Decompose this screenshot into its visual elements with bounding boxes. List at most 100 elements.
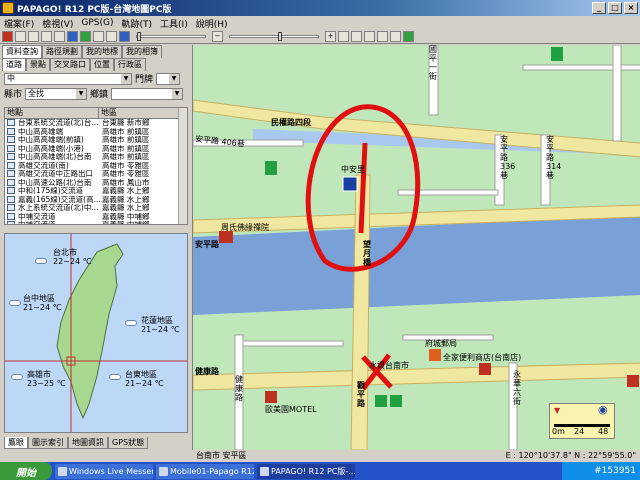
road-label-jiankang: 健康路 (195, 367, 219, 376)
layer-icon[interactable] (119, 31, 130, 42)
cell-place: 中和(175線)交流道 (18, 187, 84, 195)
menu-file[interactable]: 檔案(F) (0, 17, 38, 30)
table-row[interactable]: 中埔交流道嘉義縣 中埔鄉 (5, 212, 187, 222)
column-place[interactable]: 地點 (5, 108, 99, 118)
table-row[interactable]: 中山高高雄端(北)台南 高雄市 前鎮區 (5, 153, 187, 162)
maximize-button[interactable]: □ (608, 2, 622, 14)
track-slider[interactable] (136, 32, 206, 41)
zoom-slider[interactable] (229, 32, 319, 41)
door-label: 門牌 (135, 75, 154, 85)
print-icon[interactable] (54, 31, 65, 42)
cell-area: 高雄市 鳳山市 (102, 178, 150, 187)
road-label-guoping: 國平一街 (429, 45, 437, 81)
poi-icon[interactable] (627, 375, 639, 387)
cell-area: 高雄市 前鎮區 (102, 153, 150, 161)
minimize-button[interactable]: _ (592, 2, 606, 14)
place-temple: 周氏佛緣禪院 (221, 223, 269, 232)
poi-icon[interactable] (551, 47, 563, 61)
save-icon[interactable] (41, 31, 52, 42)
scale-b: 48 (598, 427, 609, 436)
locate-icon[interactable] (390, 31, 401, 42)
zoom-out-icon[interactable]: − (212, 31, 223, 42)
keyword-combo[interactable]: 中 (4, 72, 132, 85)
temple-icon[interactable] (219, 231, 233, 243)
tab-my-album[interactable]: 我的相簿 (122, 45, 162, 58)
table-row[interactable]: 中和(175線)交流道 嘉義縣 水上鄉 (5, 187, 187, 196)
tab-map-info[interactable]: 地圖資訊 (68, 437, 108, 449)
table-row[interactable]: 中埔交流道嘉義縣 中埔鄉 (5, 221, 187, 224)
interchange-icon (7, 195, 15, 203)
cell-place: 中山高速公路(北)台南 (18, 178, 92, 187)
poi-icon[interactable] (390, 395, 402, 407)
weather-taichung-temp: 21~24 ℃ (23, 303, 62, 312)
table-row[interactable]: 高雄交流道中正路出口 高雄市 苓雅區 (5, 170, 187, 179)
mart-icon[interactable] (479, 363, 491, 375)
tab-route-plan[interactable]: 路徑規劃 (42, 45, 82, 58)
result-scrollbar[interactable] (178, 108, 187, 224)
result-table[interactable]: 地點 地區 台東系統交流道(北)台... 台東縣 新市鄉 中山高高雄端 高雄市 前鎮區… (4, 107, 188, 225)
status-coords: E : 120°10'37.8" N : 22°59'55.0" (505, 451, 636, 460)
column-area[interactable]: 地區 (99, 108, 179, 118)
interchange-icon (7, 119, 15, 126)
menu-view[interactable]: 檢視(V) (38, 17, 77, 30)
walk-icon[interactable] (106, 31, 117, 42)
tab-road[interactable]: 道路 (2, 58, 26, 71)
overview-map[interactable]: 台北市 22~24 ℃ 台中地區 21~24 ℃ 花蓮地區 21~24 ℃ 高雄… (4, 233, 188, 433)
table-row[interactable]: 中山高高雄端(小港) 高雄市 前鎮區 (5, 144, 187, 154)
tab-icon-index[interactable]: 圖示索引 (28, 437, 68, 449)
tab-data-query[interactable]: 資料查詢 (2, 45, 42, 58)
tab-intersection[interactable]: 交叉路口 (50, 58, 90, 71)
car-icon[interactable] (93, 31, 104, 42)
table-row[interactable]: 中山高速公路(北)台南 高雄市 鳳山市 (5, 178, 187, 188)
menu-track[interactable]: 軌跡(T) (118, 17, 157, 30)
taskbar-item-mobile01[interactable]: Mobile01-Papago R12... (156, 463, 254, 479)
photo-icon[interactable] (403, 31, 414, 42)
menu-gps[interactable]: GPS(G) (77, 18, 117, 28)
taskbar-item-papago[interactable]: PAPAGO! R12 PC版-... (257, 463, 355, 479)
cell-area: 高雄市 前鎮區 (102, 127, 150, 136)
menu-tools[interactable]: 工具(I) (156, 17, 192, 30)
gps-icon[interactable] (2, 31, 13, 42)
door-field[interactable] (156, 72, 181, 85)
table-row[interactable]: 水上系統交流道(北)中... 嘉義縣 水上鄉 (5, 204, 187, 213)
table-row[interactable]: 台東系統交流道(北)台... 台東縣 新市鄉 (5, 119, 187, 128)
scale-zero: 0m (552, 427, 565, 436)
measure-icon[interactable] (377, 31, 388, 42)
track-icon[interactable] (67, 31, 78, 42)
tab-my-landmarks[interactable]: 我的地標 (82, 45, 122, 58)
route-icon[interactable] (80, 31, 91, 42)
table-row[interactable]: 高雄交流道(南) 高雄市 苓雅區 (5, 161, 187, 171)
table-row[interactable]: 中山高高雄端(前鎮) 高雄市 前鎮區 (5, 136, 187, 145)
poi-icon[interactable] (265, 161, 277, 175)
start-button[interactable]: 開始 (0, 462, 52, 480)
poi-icon[interactable] (375, 395, 387, 407)
pointer-icon[interactable] (338, 31, 349, 42)
cell-area: 嘉義縣 水上鄉 (102, 204, 150, 212)
map-canvas[interactable] (193, 45, 640, 450)
town-combo[interactable] (111, 87, 184, 100)
rotate-icon[interactable] (364, 31, 375, 42)
open-icon[interactable] (28, 31, 39, 42)
tab-gps-status[interactable]: GPS狀態 (108, 437, 149, 449)
weather-taitung-temp: 21~24 ℃ (125, 379, 164, 388)
new-icon[interactable] (15, 31, 26, 42)
minquan-road (193, 99, 640, 158)
park-icon[interactable] (342, 176, 358, 192)
table-row[interactable]: 中山高高雄端 高雄市 前鎮區 (5, 127, 187, 137)
tab-eagle-eye[interactable]: 鷹眼 (4, 437, 28, 449)
menu-help[interactable]: 說明(H) (192, 17, 232, 30)
tab-poi[interactable]: 景點 (26, 58, 50, 71)
city-combo[interactable]: 全找 (25, 87, 88, 100)
close-button[interactable]: × (624, 2, 638, 14)
motel-icon[interactable] (265, 391, 277, 403)
interchange-icon (7, 187, 15, 194)
tab-position[interactable]: 位置 (90, 58, 114, 71)
table-row[interactable]: 嘉義(165線)交流道(高... 嘉義縣 水上鄉 (5, 195, 187, 205)
postal-icon[interactable] (429, 349, 441, 361)
map-view[interactable]: 民權路四段 安平路 406巷 安平路 健康路 健康路 安平路336巷 安平路31… (192, 45, 640, 450)
tab-district[interactable]: 行政區 (114, 58, 146, 71)
pan-icon[interactable] (351, 31, 362, 42)
taskbar-item-messenger[interactable]: Windows Live Messen... (55, 463, 153, 479)
zoom-in-icon[interactable]: + (325, 31, 336, 42)
weather-taichung-name: 台中地區 (23, 294, 55, 303)
